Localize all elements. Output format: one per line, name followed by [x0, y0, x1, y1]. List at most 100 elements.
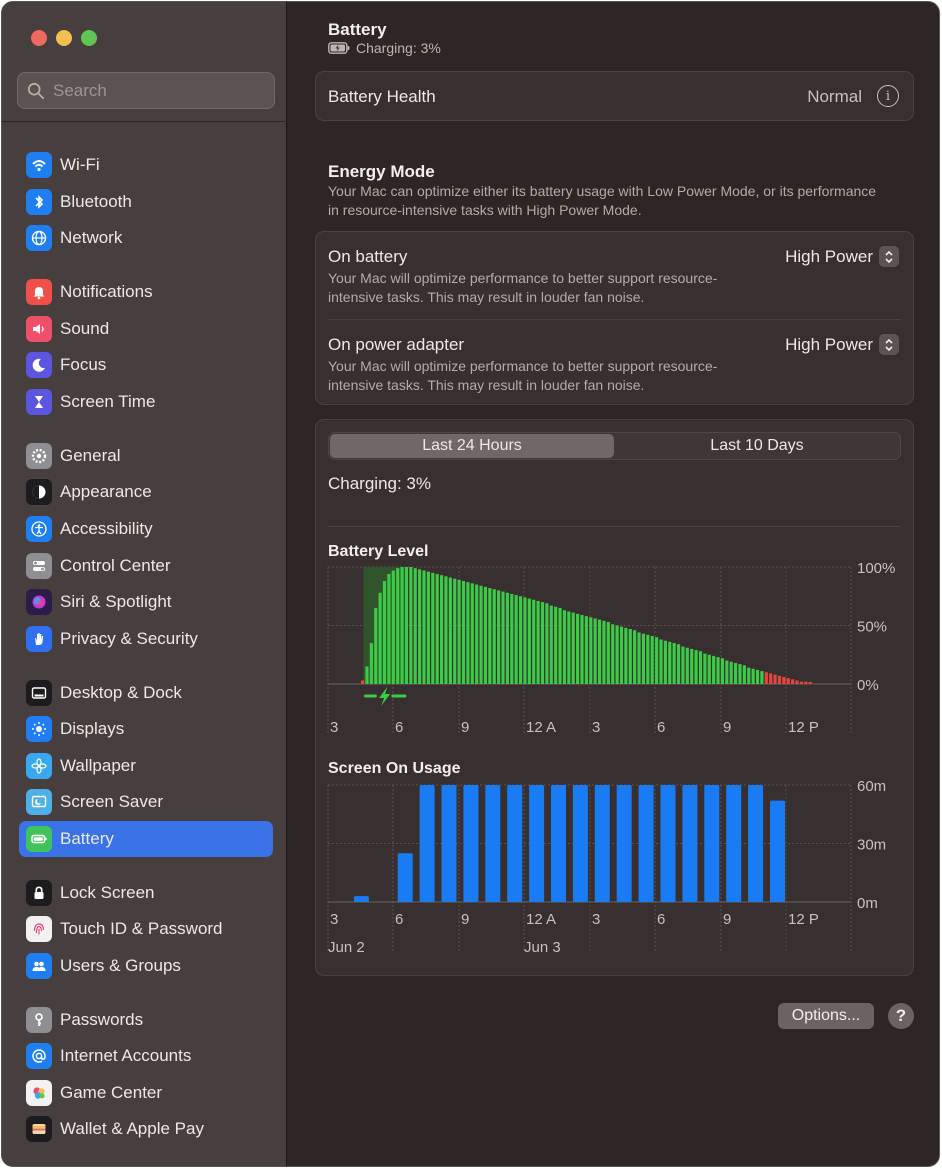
- battery-level-bar: [584, 616, 588, 684]
- battery-level-bar: [611, 624, 615, 684]
- energy-mode-title: Energy Mode: [328, 162, 435, 181]
- on-power-adapter-popup[interactable]: High Power: [785, 334, 899, 355]
- battery-level-bar: [668, 641, 672, 684]
- tab-last-10-days[interactable]: Last 10 Days: [615, 434, 899, 458]
- screen-usage-bar: [638, 785, 654, 902]
- usage-card: Last 24 Hours Last 10 Days Charging: 3% …: [315, 419, 914, 976]
- sidebar-item-bluetooth[interactable]: Bluetooth: [19, 184, 273, 220]
- battery-level-bar: [602, 620, 606, 684]
- sidebar-item-sound[interactable]: Sound: [19, 311, 273, 347]
- battery-level-bar: [773, 674, 777, 684]
- energy-mode-description: Your Mac can optimize either its battery…: [328, 183, 877, 218]
- dock-icon: [26, 680, 52, 706]
- sidebar-item-users-and-groups[interactable]: Users & Groups: [19, 948, 273, 984]
- sidebar-item-focus[interactable]: Focus: [19, 347, 273, 383]
- info-icon[interactable]: i: [877, 85, 899, 107]
- battery-level-bar: [523, 597, 527, 684]
- usage-y-tick-label: 60m: [857, 780, 886, 795]
- screen-usage-bar: [507, 785, 523, 902]
- screen-usage-bar: [660, 785, 676, 902]
- screen-usage-bar: [770, 800, 785, 902]
- sidebar-item-wi-fi[interactable]: Wi-Fi: [19, 147, 273, 183]
- battery-level-bar: [361, 680, 365, 684]
- sidebar-item-game-center[interactable]: Game Center: [19, 1075, 273, 1111]
- battery-level-bar: [619, 626, 624, 684]
- sidebar-item-displays[interactable]: Displays: [19, 711, 273, 747]
- sidebar-item-wallet-and-apple-pay[interactable]: Wallet & Apple Pay: [19, 1111, 273, 1147]
- battery-level-bar: [637, 632, 641, 684]
- battery-level-chart: 100% 50% 0% 3 6 9 12 A 3 6 9 12 P: [327, 562, 895, 736]
- screen-usage-bar: [485, 785, 501, 902]
- sidebar-item-network[interactable]: Network: [19, 220, 273, 256]
- sidebar-item-siri-and-spotlight[interactable]: Siri & Spotlight: [19, 584, 273, 620]
- battery-level-bar: [404, 567, 409, 684]
- sidebar-item-label: Passwords: [60, 1010, 144, 1029]
- minimize-window-button[interactable]: [56, 30, 72, 46]
- battery-level-bar: [576, 613, 580, 684]
- sidebar-item-lock-screen[interactable]: Lock Screen: [19, 875, 273, 911]
- bluetooth-icon: [26, 189, 52, 215]
- battery-level-bar: [483, 586, 488, 684]
- battery-level-bar: [799, 681, 803, 684]
- usage-x-tick-label: 6: [395, 911, 403, 928]
- charging-status-text: Charging: 3%: [356, 40, 441, 56]
- battery-level-bar: [470, 583, 474, 684]
- hand-icon: [26, 626, 52, 652]
- sidebar-item-internet-accounts[interactable]: Internet Accounts: [19, 1038, 273, 1074]
- globe-icon: [26, 225, 52, 251]
- screen-on-usage-chart: 60m 30m 0m 3 6 9 12 A 3 6 9 12 P Jun 2 Jun 3: [327, 780, 886, 956]
- battery-level-bar: [738, 664, 742, 684]
- battery-level-bar: [760, 671, 764, 684]
- on-battery-label: On battery: [328, 247, 408, 266]
- sidebar-item-screen-saver[interactable]: Screen Saver: [19, 784, 273, 820]
- sidebar-item-touch-id-and-password[interactable]: Touch ID & Password: [19, 911, 273, 947]
- sidebar-item-general[interactable]: General: [19, 438, 273, 474]
- battery-level-bar: [422, 570, 426, 684]
- battery-level-bar: [641, 633, 646, 684]
- screen-usage-bar: [682, 785, 698, 902]
- battery-level-bar: [387, 574, 391, 684]
- sidebar-item-label: Wi-Fi: [60, 155, 100, 174]
- screen-on-usage-chart-title: Screen On Usage: [328, 760, 461, 777]
- sidebar-item-accessibility[interactable]: Accessibility: [19, 511, 273, 547]
- battery-level-bar: [606, 621, 610, 684]
- battery-level-chart-title: Battery Level: [328, 543, 429, 560]
- sidebar-item-appearance[interactable]: Appearance: [19, 474, 273, 510]
- chevron-up-down-icon: [879, 246, 899, 267]
- sidebar-item-passwords[interactable]: Passwords: [19, 1002, 273, 1038]
- help-button[interactable]: ?: [888, 1003, 914, 1029]
- usage-y-tick-label: 0m: [857, 895, 878, 912]
- battery-level-bar: [703, 653, 707, 684]
- battery-level-bar: [597, 619, 602, 684]
- sidebar-item-wallpaper[interactable]: Wallpaper: [19, 748, 273, 784]
- tab-last-24-hours[interactable]: Last 24 Hours: [330, 434, 614, 458]
- sidebar-item-battery[interactable]: Battery: [19, 821, 273, 857]
- on-battery-popup[interactable]: High Power: [785, 246, 899, 267]
- battery-level-bar: [747, 667, 751, 684]
- sidebar-item-desktop-and-dock[interactable]: Desktop & Dock: [19, 675, 273, 711]
- usage-x-tick-label: 9: [723, 911, 731, 928]
- search-icon: [27, 82, 45, 99]
- battery-level-bar: [567, 611, 571, 684]
- battery-level-bar: [562, 610, 567, 684]
- sidebar-item-control-center[interactable]: Control Center: [19, 548, 273, 584]
- close-window-button[interactable]: [31, 30, 47, 46]
- battery-level-bar: [479, 585, 483, 684]
- options-button[interactable]: Options...: [778, 1003, 874, 1029]
- battery-level-bar: [580, 614, 584, 684]
- battery-level-bar: [786, 678, 790, 684]
- search-field[interactable]: [17, 72, 275, 109]
- siri-icon: [26, 589, 52, 615]
- battery-x-tick-label: 9: [461, 719, 469, 736]
- sidebar-item-notifications[interactable]: Notifications: [19, 274, 273, 310]
- sidebar-item-screen-time[interactable]: Screen Time: [19, 384, 273, 420]
- search-input[interactable]: [53, 80, 253, 101]
- battery-level-bar: [492, 589, 496, 684]
- sidebar: Wi-Fi Bluetooth Network Notifications Sound F…: [2, 2, 287, 1166]
- sidebar-item-privacy-and-security[interactable]: Privacy & Security: [19, 621, 273, 657]
- battery-level-bar: [571, 612, 575, 684]
- battery-x-tick-label: 3: [592, 719, 600, 736]
- zoom-window-button[interactable]: [81, 30, 97, 46]
- usage-x-tick-label: 12 A: [526, 911, 556, 928]
- sidebar-item-label: Touch ID & Password: [60, 919, 223, 938]
